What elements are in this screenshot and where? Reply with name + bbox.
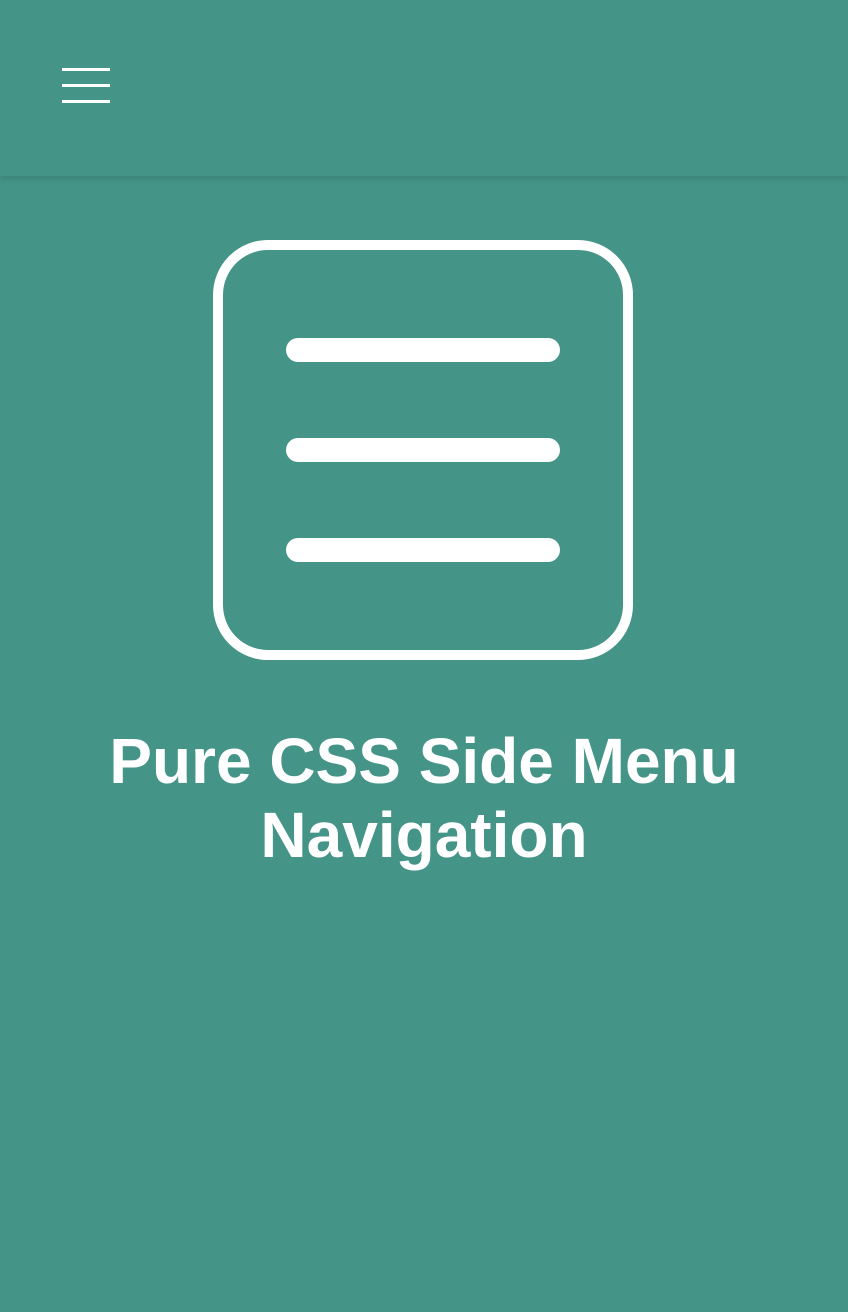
hamburger-line-bottom — [62, 100, 110, 103]
menu-list-icon — [213, 240, 633, 660]
page: Pure CSS Side Menu Navigation — [0, 0, 848, 1312]
top-bar — [0, 0, 848, 176]
hamburger-line-middle — [62, 84, 110, 87]
hamburger-line-top — [62, 68, 110, 71]
hamburger-menu-icon[interactable] — [52, 58, 120, 114]
page-title: Pure CSS Side Menu Navigation — [109, 725, 739, 871]
